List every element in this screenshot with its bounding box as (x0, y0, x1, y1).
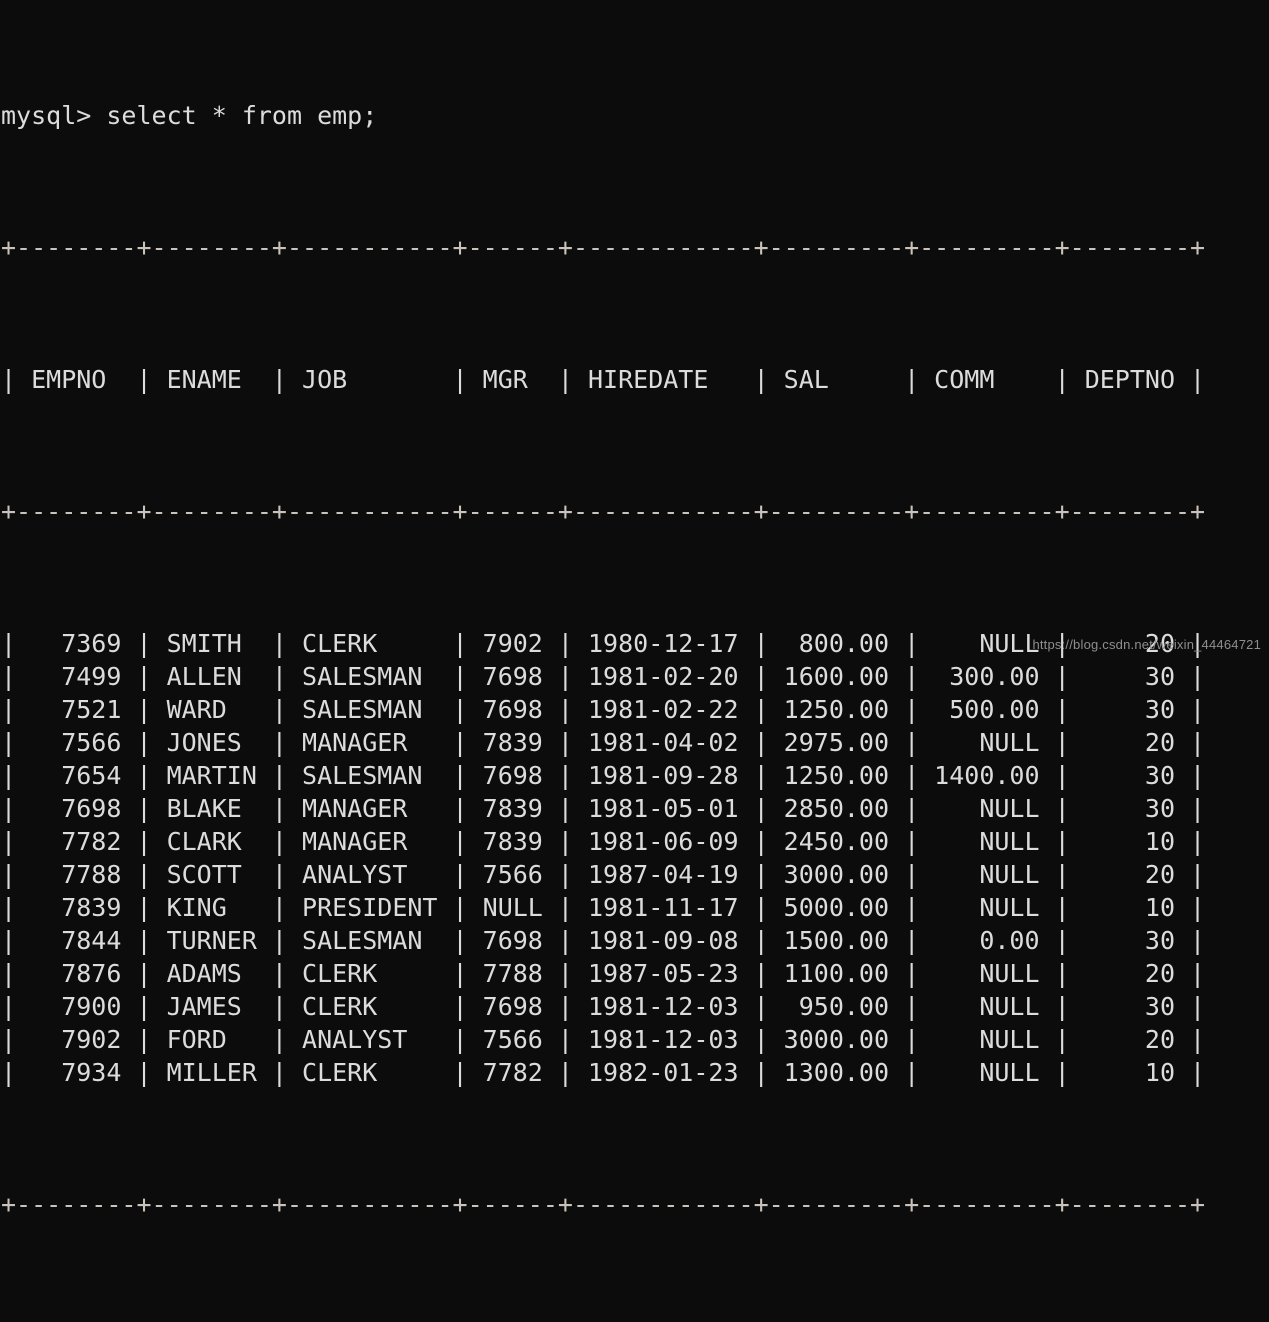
result-status-line: 14 rows in set (0.04 sec) (0, 1320, 1269, 1322)
table-rule-bottom: +--------+--------+-----------+------+--… (1, 1190, 1206, 1219)
table-row: | 7788 | SCOTT | ANALYST | 7566 | 1987-0… (1, 860, 1206, 889)
table-row: | 7934 | MILLER | CLERK | 7782 | 1982-01… (1, 1058, 1206, 1087)
mysql-prompt-line: mysql> select * from emp; (1, 101, 378, 130)
table-row: | 7521 | WARD | SALESMAN | 7698 | 1981-0… (1, 695, 1206, 724)
table-row: | 7698 | BLAKE | MANAGER | 7839 | 1981-0… (1, 794, 1206, 823)
table-row: | 7499 | ALLEN | SALESMAN | 7698 | 1981-… (1, 662, 1206, 691)
table-rule-top: +--------+--------+-----------+------+--… (1, 233, 1206, 262)
table-row: | 7839 | KING | PRESIDENT | NULL | 1981-… (1, 893, 1206, 922)
table-row: | 7902 | FORD | ANALYST | 7566 | 1981-12… (1, 1025, 1206, 1054)
table-row: | 7566 | JONES | MANAGER | 7839 | 1981-0… (1, 728, 1206, 757)
table-header-row: | EMPNO | ENAME | JOB | MGR | HIREDATE |… (1, 365, 1206, 394)
watermark-url: https://blog.csdn.net/weixin_44464721 (1032, 637, 1261, 652)
table-rule-header: +--------+--------+-----------+------+--… (1, 497, 1206, 526)
table-body: | 7369 | SMITH | CLERK | 7902 | 1980-12-… (0, 627, 1269, 1089)
table-row: | 7844 | TURNER | SALESMAN | 7698 | 1981… (1, 926, 1206, 955)
table-row: | 7654 | MARTIN | SALESMAN | 7698 | 1981… (1, 761, 1206, 790)
table-row: | 7876 | ADAMS | CLERK | 7788 | 1987-05-… (1, 959, 1206, 988)
mysql-terminal[interactable]: mysql> select * from emp; +--------+----… (0, 0, 1269, 1219)
table-row: | 7782 | CLARK | MANAGER | 7839 | 1981-0… (1, 827, 1206, 856)
table-row: | 7900 | JAMES | CLERK | 7698 | 1981-12-… (1, 992, 1206, 1021)
